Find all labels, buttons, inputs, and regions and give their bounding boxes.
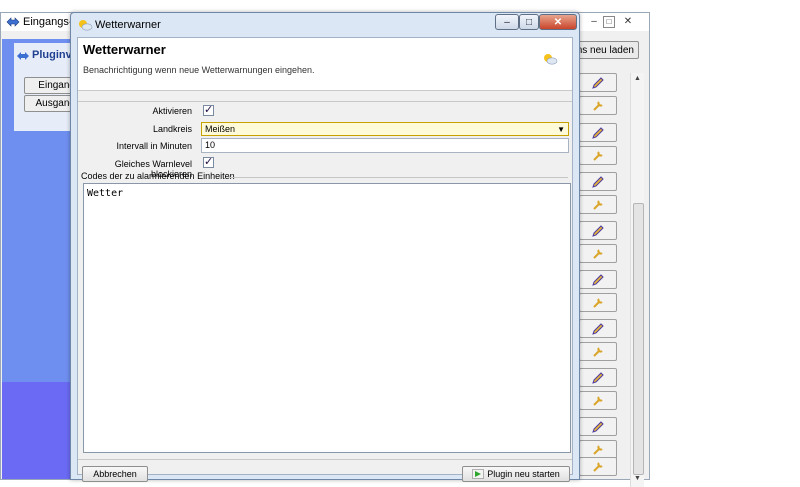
bg-close-button[interactable]: ✕ <box>620 15 636 28</box>
aktivieren-checkbox[interactable]: ✓ <box>203 104 214 116</box>
group-divider <box>228 177 568 178</box>
edit-button[interactable] <box>579 73 617 92</box>
config-button[interactable] <box>579 293 617 312</box>
bg-maximize-button[interactable]: □ <box>603 16 615 28</box>
edit-button[interactable] <box>579 123 617 142</box>
minimize-button[interactable]: – <box>495 14 519 30</box>
config-button[interactable] <box>579 342 617 361</box>
checkmark-icon: ✓ <box>204 104 214 116</box>
edit-button[interactable] <box>579 221 617 240</box>
dialog-title: Wetterwarner <box>95 19 161 31</box>
pencil-icon <box>592 225 604 237</box>
codes-group-label: Codes der zu alarmierenden Einheiten <box>81 171 235 181</box>
close-button[interactable]: ✕ <box>539 14 577 30</box>
plugin-panel: Pluginve Eingang Ausgang <box>14 43 78 131</box>
app-icon <box>6 17 20 27</box>
aktivieren-label: Aktivieren <box>152 106 192 116</box>
wrench-icon <box>593 298 603 308</box>
edit-button[interactable] <box>579 368 617 387</box>
dialog-body: Wetterwarner Benachrichtigung wenn neue … <box>77 37 573 482</box>
pencil-icon <box>592 323 604 335</box>
plugin-action-list <box>579 73 619 483</box>
chevron-down-icon: ▼ <box>557 125 565 134</box>
codes-textarea[interactable]: Wetter <box>83 183 571 453</box>
wrench-icon <box>593 462 603 472</box>
weather-icon <box>544 54 558 65</box>
scroll-down-icon[interactable]: ▼ <box>633 475 642 484</box>
header-subtitle: Benachrichtigung wenn neue Wetterwarnung… <box>83 65 315 75</box>
plugin-panel-icon <box>17 52 29 60</box>
scroll-thumb[interactable] <box>633 203 644 475</box>
wrench-icon <box>593 200 603 210</box>
wetterwarner-dialog: Wetterwarner – □ ✕ Wetterwarner Benachri… <box>70 12 580 482</box>
checkmark-icon: ✓ <box>204 156 214 168</box>
edit-button[interactable] <box>579 319 617 338</box>
warnlevel-checkbox[interactable]: ✓ <box>203 156 214 168</box>
maximize-button[interactable]: □ <box>519 14 539 30</box>
vertical-scrollbar[interactable]: ▲ ▼ <box>630 73 644 487</box>
cancel-button[interactable]: Abbrechen <box>82 466 148 482</box>
reload-plugins-button[interactable]: ns neu laden <box>571 41 639 59</box>
wrench-icon <box>593 101 603 111</box>
weather-icon <box>79 20 93 31</box>
wrench-icon <box>593 151 603 161</box>
pencil-icon <box>592 421 604 433</box>
config-button[interactable] <box>579 391 617 410</box>
footer-divider <box>78 459 572 460</box>
pencil-icon <box>592 274 604 286</box>
restart-plugin-button[interactable]: Plugin neu starten <box>462 466 570 482</box>
pencil-icon <box>592 127 604 139</box>
dialog-header: Wetterwarner Benachrichtigung wenn neue … <box>78 38 572 91</box>
pencil-icon <box>592 372 604 384</box>
landkreis-value: Meißen <box>205 124 236 134</box>
divider <box>78 101 572 102</box>
edit-button[interactable] <box>579 172 617 191</box>
config-button[interactable] <box>579 96 617 115</box>
intervall-label: Intervall in Minuten <box>116 141 192 151</box>
play-icon <box>472 469 485 479</box>
dialog-titlebar: Wetterwarner – □ ✕ <box>71 13 579 37</box>
landkreis-label: Landkreis <box>152 124 192 134</box>
config-button[interactable] <box>579 457 617 476</box>
config-button[interactable] <box>579 244 617 263</box>
intervall-value: 10 <box>205 140 216 150</box>
edit-button[interactable] <box>579 417 617 436</box>
pencil-icon <box>592 77 604 89</box>
config-button[interactable] <box>579 146 617 165</box>
wrench-icon <box>593 396 603 406</box>
config-button[interactable] <box>579 195 617 214</box>
edit-button[interactable] <box>579 270 617 289</box>
scroll-up-icon[interactable]: ▲ <box>633 75 642 84</box>
restart-plugin-label: Plugin neu starten <box>487 469 560 479</box>
wrench-icon <box>593 347 603 357</box>
intervall-input[interactable]: 10 <box>201 138 569 153</box>
bg-minimize-button[interactable]: – <box>586 15 602 28</box>
wrench-icon <box>593 249 603 259</box>
wrench-icon <box>593 445 603 455</box>
pencil-icon <box>592 176 604 188</box>
header-title: Wetterwarner <box>83 42 166 57</box>
landkreis-select[interactable]: Meißen ▼ <box>201 122 569 136</box>
